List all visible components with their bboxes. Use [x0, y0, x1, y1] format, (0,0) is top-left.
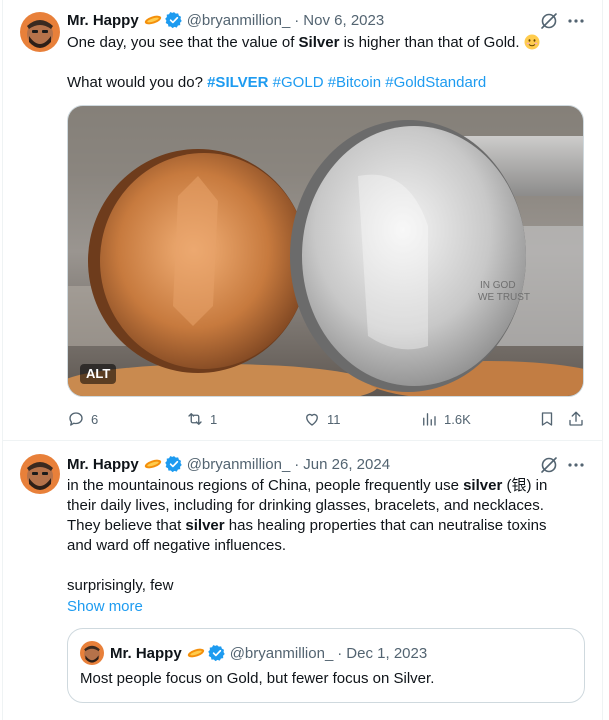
analytics-icon	[423, 413, 436, 426]
quoted-date: Dec 1, 2023	[346, 644, 428, 662]
bold-word: silver	[185, 517, 225, 534]
timeline-border-right	[602, 0, 603, 720]
bookmark-button[interactable]	[538, 409, 556, 429]
hashtag-link[interactable]: #GOLD	[273, 74, 324, 91]
heart-icon	[306, 413, 318, 426]
hashtag-link[interactable]: #SILVER	[207, 74, 268, 91]
reply-button[interactable]: 6	[67, 409, 98, 429]
tweet-date[interactable]: Jun 26, 2024	[303, 456, 390, 473]
repost-icon	[188, 413, 202, 425]
author-name[interactable]: Mr. Happy	[67, 456, 139, 473]
tweet[interactable]: Mr. Happy @bryanmillion_ · Nov 6, 2023 O…	[3, 0, 602, 441]
verified-badge-icon	[207, 645, 225, 662]
quoted-header: Mr. Happy @bryanmillion_ · Dec 1, 2023	[110, 643, 427, 663]
author-handle[interactable]: @bryanmillion_	[187, 456, 291, 473]
tweet-date[interactable]: Nov 6, 2023	[303, 12, 384, 29]
grok-icon[interactable]	[539, 11, 559, 31]
quoted-text: Most people focus on Gold, but fewer foc…	[80, 670, 435, 687]
tweet-header: Mr. Happy @bryanmillion_ · Jun 26, 2024	[67, 454, 390, 474]
smiling-face-emoji-icon	[524, 34, 540, 50]
tweet-media-image[interactable]: IN GOD WE TRUST ALT	[67, 105, 584, 397]
bold-word: silver	[463, 477, 503, 494]
surfboard-emoji-icon	[187, 648, 204, 658]
grok-icon[interactable]	[539, 455, 559, 475]
views-button[interactable]: 1.6K	[420, 409, 471, 429]
reply-icon	[69, 412, 83, 426]
quoted-handle: @bryanmillion_	[229, 644, 334, 662]
separator-dot: ·	[294, 11, 300, 29]
verified-badge-icon	[164, 12, 182, 29]
share-icon	[569, 411, 583, 426]
quoted-author-name: Mr. Happy	[110, 644, 182, 662]
author-name[interactable]: Mr. Happy	[67, 12, 139, 29]
quoted-tweet[interactable]: Mr. Happy @bryanmillion_ · Dec 1, 2023 M…	[67, 628, 585, 703]
quoted-avatar	[80, 641, 104, 665]
tweet[interactable]: Mr. Happy @bryanmillion_ · Jun 26, 2024 …	[3, 441, 602, 720]
repost-button[interactable]: 1	[186, 409, 217, 429]
svg-text:WE TRUST: WE TRUST	[478, 292, 530, 303]
more-options-icon[interactable]	[566, 455, 586, 475]
tweet-actions: 6 1 11 1.6K	[67, 409, 587, 429]
tweet-header: Mr. Happy @bryanmillion_ · Nov 6, 2023	[67, 10, 384, 30]
surfboard-emoji-icon	[144, 459, 161, 469]
repost-count: 1	[210, 411, 218, 427]
tweet-text: One day, you see that the value of Silve…	[67, 33, 587, 53]
share-button[interactable]	[567, 409, 585, 429]
alt-text-badge[interactable]: ALT	[80, 364, 117, 384]
show-more-link[interactable]: Show more	[67, 597, 143, 617]
svg-text:IN GOD: IN GOD	[480, 280, 516, 291]
bold-word: Silver	[298, 34, 340, 51]
hashtag-link[interactable]: #GoldStandard	[385, 74, 486, 91]
separator-dot: ·	[337, 644, 343, 662]
author-handle[interactable]: @bryanmillion_	[187, 12, 291, 29]
avatar[interactable]	[20, 12, 60, 52]
coins-photo: IN GOD WE TRUST	[68, 106, 583, 396]
surfboard-emoji-icon	[144, 15, 161, 25]
avatar[interactable]	[20, 454, 60, 494]
tweet-text: in the mountainous regions of China, peo…	[67, 477, 548, 554]
more-options-icon[interactable]	[566, 11, 586, 31]
views-count: 1.6K	[444, 411, 471, 427]
tweet-text-paragraph: surprisingly, few	[67, 577, 174, 594]
like-count: 11	[327, 411, 341, 427]
hashtag-link[interactable]: #Bitcoin	[328, 74, 381, 91]
tweet-text-line2: What would you do? #SILVER #GOLD #Bitcoi…	[67, 74, 487, 91]
verified-badge-icon	[164, 456, 182, 473]
reply-count: 6	[91, 411, 99, 427]
like-button[interactable]: 11	[303, 409, 341, 429]
bookmark-icon	[541, 412, 553, 426]
separator-dot: ·	[294, 455, 300, 473]
